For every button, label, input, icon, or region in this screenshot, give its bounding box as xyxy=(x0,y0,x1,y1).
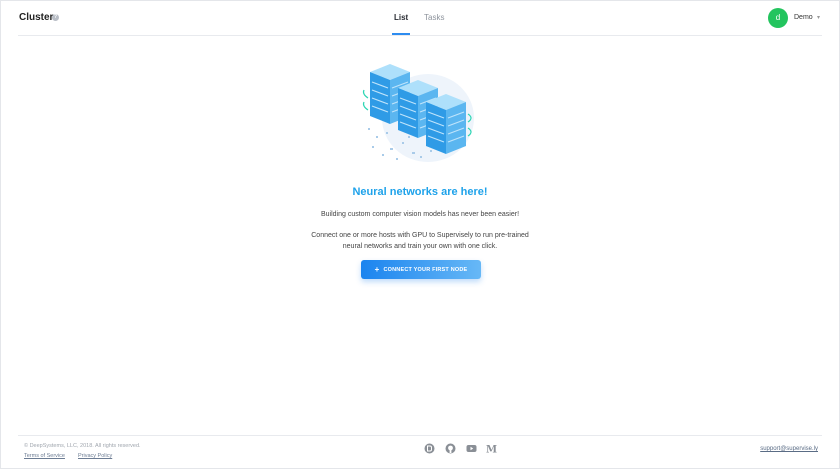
connect-first-node-button[interactable]: + CONNECT YOUR FIRST NODE xyxy=(361,260,481,279)
footer-divider xyxy=(18,435,822,436)
page-title: Cluster xyxy=(19,12,54,23)
empty-state-title: Neural networks are here! xyxy=(352,186,488,198)
copyright-text: © DeepSystems, LLC, 2018. All rights res… xyxy=(24,443,141,449)
active-tab-indicator xyxy=(392,33,410,35)
chevron-down-icon[interactable]: ▾ xyxy=(817,14,820,21)
top-header: Cluster ? List Tasks d Demo ▾ xyxy=(18,0,822,36)
support-email-link[interactable]: support@supervise.ly xyxy=(760,446,818,452)
medium-icon[interactable]: M xyxy=(486,443,497,455)
tab-list[interactable]: List xyxy=(394,13,408,22)
user-menu-name[interactable]: Demo xyxy=(794,14,813,21)
youtube-icon[interactable] xyxy=(466,443,477,454)
connect-first-node-label: CONNECT YOUR FIRST NODE xyxy=(383,267,468,273)
github-icon[interactable] xyxy=(445,443,456,454)
blog-icon[interactable] xyxy=(424,443,435,454)
terms-of-service-link[interactable]: Terms of Service xyxy=(24,453,65,459)
tab-tasks[interactable]: Tasks xyxy=(424,13,444,22)
privacy-policy-link[interactable]: Privacy Policy xyxy=(78,453,112,459)
avatar[interactable]: d xyxy=(768,8,788,28)
question-circle-icon[interactable]: ? xyxy=(52,14,59,21)
empty-state-description: Connect one or more hosts with GPU to Su… xyxy=(311,232,529,250)
server-stack-3 xyxy=(426,94,472,154)
empty-state-subtitle: Building custom computer vision models h… xyxy=(320,211,520,218)
plus-icon: + xyxy=(374,265,380,274)
server-rack-illustration xyxy=(362,64,474,162)
svg-text:M: M xyxy=(486,445,497,455)
